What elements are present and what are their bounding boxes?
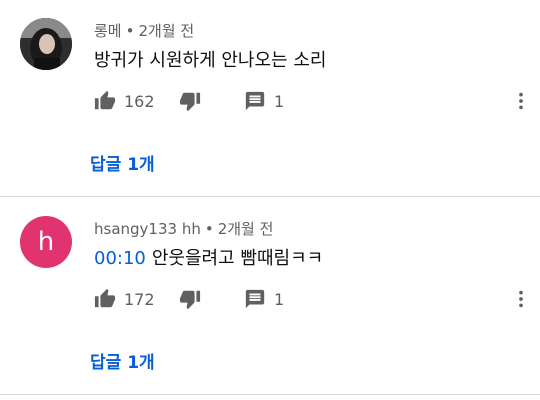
- timestamp-link[interactable]: 00:10: [94, 248, 146, 269]
- comment-icon: [245, 289, 265, 309]
- more-vert-icon: [519, 92, 523, 110]
- more-options-button[interactable]: [510, 88, 532, 114]
- comment-meta: hsangy133 hh • 2개월 전: [94, 218, 273, 239]
- like-count: 172: [124, 289, 155, 309]
- like-button[interactable]: 162: [94, 88, 155, 114]
- separator-dot: •: [204, 220, 214, 238]
- separator-dot: •: [125, 22, 135, 40]
- thumb-up-icon: [94, 90, 116, 110]
- view-replies-link[interactable]: 답글 1개: [90, 348, 155, 373]
- comment-icon: [245, 91, 265, 111]
- reply-count: 1: [274, 91, 285, 111]
- like-count: 162: [124, 91, 155, 111]
- view-replies-link[interactable]: 답글 1개: [90, 150, 155, 175]
- comment-actions: 162 1: [94, 88, 534, 114]
- divider: [0, 196, 540, 197]
- avatar-letter: h: [37, 227, 55, 257]
- thumb-down-icon: [179, 92, 201, 112]
- thumb-up-icon: [94, 288, 116, 308]
- like-button[interactable]: 172: [94, 286, 155, 312]
- comment-meta: 롱메 • 2개월 전: [94, 20, 194, 41]
- reply-button[interactable]: 1: [244, 286, 284, 312]
- comment-time[interactable]: 2개월 전: [138, 22, 194, 40]
- comment-actions: 172 1: [94, 286, 534, 312]
- reply-button[interactable]: 1: [244, 88, 284, 114]
- comment-text-content: 안웃을려고 빰때림ㅋㅋ: [151, 248, 324, 269]
- author-name[interactable]: 롱메: [94, 22, 122, 40]
- thumb-down-icon: [179, 290, 201, 310]
- dislike-button[interactable]: [179, 88, 201, 114]
- comment-1: 롱메 • 2개월 전 방귀가 시원하게 안나오는 소리 162 1 답글 1개: [0, 0, 540, 198]
- divider: [0, 394, 540, 395]
- author-name[interactable]: hsangy133 hh: [94, 220, 201, 238]
- comment-time[interactable]: 2개월 전: [218, 220, 274, 238]
- more-options-button[interactable]: [510, 286, 532, 312]
- avatar-photo: [20, 18, 72, 70]
- comment-2: h hsangy133 hh • 2개월 전 00:10 안웃을려고 빰때림ㅋㅋ 17…: [0, 198, 540, 396]
- comment-text: 방귀가 시원하게 안나오는 소리: [94, 46, 326, 72]
- avatar[interactable]: h: [20, 216, 72, 268]
- comment-text: 00:10 안웃을려고 빰때림ㅋㅋ: [94, 244, 323, 270]
- avatar[interactable]: [20, 18, 72, 70]
- reply-count: 1: [274, 289, 285, 309]
- comment-text-content: 방귀가 시원하게 안나오는 소리: [94, 50, 327, 71]
- more-vert-icon: [519, 290, 523, 308]
- dislike-button[interactable]: [179, 286, 201, 312]
